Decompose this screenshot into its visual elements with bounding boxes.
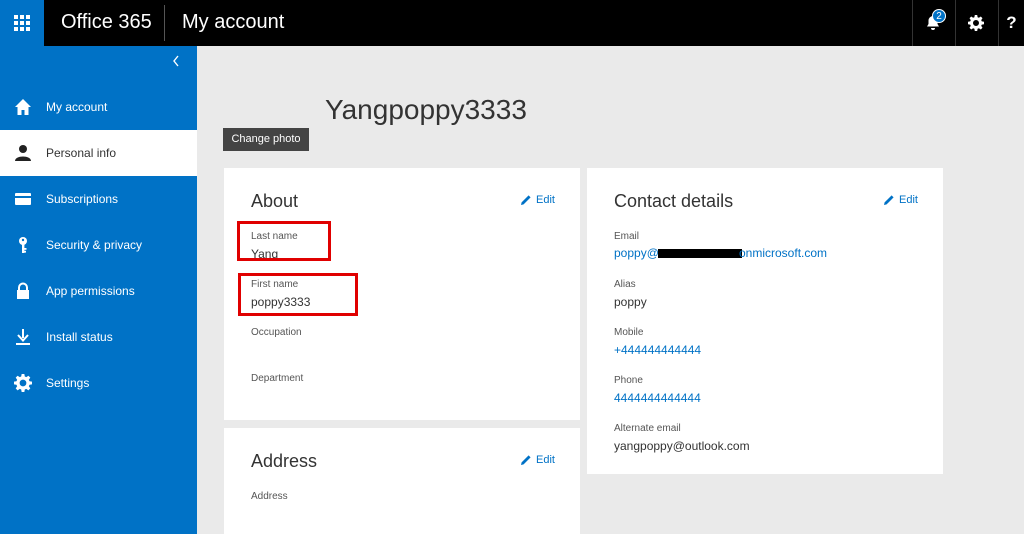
sidebar-item-label: My account xyxy=(46,100,108,114)
occupation-label: Occupation xyxy=(251,327,302,338)
app-title: My account xyxy=(182,11,285,33)
brand-name[interactable]: Office 365 xyxy=(61,11,152,34)
app-launcher-button[interactable] xyxy=(0,0,44,46)
sidebar-item-label: Personal info xyxy=(46,146,117,160)
sidebar-item-app-permissions[interactable]: App permissions xyxy=(0,268,197,314)
contact-edit-link[interactable]: Edit xyxy=(883,194,918,206)
notification-badge: 2 xyxy=(932,9,946,23)
about-edit-link[interactable]: Edit xyxy=(520,194,555,206)
card-icon xyxy=(0,190,46,208)
edit-label: Edit xyxy=(536,194,555,206)
last-name-highlight xyxy=(237,221,331,261)
gear-icon xyxy=(967,15,984,31)
sidebar-item-install-status[interactable]: Install status xyxy=(0,314,197,360)
phone-label: Phone xyxy=(614,375,643,386)
key-icon xyxy=(0,236,46,254)
profile-name: Yangpoppy3333 xyxy=(325,94,527,125)
gear-icon xyxy=(0,374,46,392)
department-label: Department xyxy=(251,373,304,384)
sidebar-item-subscriptions[interactable]: Subscriptions xyxy=(0,176,197,222)
sidebar-item-label: Settings xyxy=(46,376,90,390)
email-prefix[interactable]: poppy@ xyxy=(614,246,659,260)
lock-icon xyxy=(0,282,46,300)
person-icon xyxy=(0,144,46,162)
settings-button[interactable] xyxy=(955,0,995,46)
chevron-left-icon xyxy=(173,55,179,67)
email-label: Email xyxy=(614,231,640,242)
sidebar-item-label: Security & privacy xyxy=(46,238,143,252)
mobile-value[interactable]: +444444444444 xyxy=(614,343,701,357)
alias-label: Alias xyxy=(614,279,636,290)
sidebar-item-my-account[interactable]: My account xyxy=(0,84,197,130)
help-button[interactable]: ? xyxy=(998,0,1024,46)
first-name-highlight xyxy=(238,273,358,316)
address-card: Address Edit Address xyxy=(224,428,580,534)
mobile-label: Mobile xyxy=(614,327,644,338)
pencil-icon xyxy=(884,195,894,205)
contact-card: Contact details Edit Email poppy@ onmicr… xyxy=(587,168,943,474)
edit-label: Edit xyxy=(899,194,918,206)
sidebar-item-security-privacy[interactable]: Security & privacy xyxy=(0,222,197,268)
home-icon xyxy=(0,98,46,116)
about-title: About xyxy=(251,191,299,211)
email-redaction xyxy=(658,249,742,258)
download-icon xyxy=(0,328,46,346)
email-suffix[interactable]: onmicrosoft.com xyxy=(739,246,827,260)
collapse-sidebar-button[interactable] xyxy=(168,54,184,74)
address-title: Address xyxy=(251,451,318,471)
sidebar-item-label: Install status xyxy=(46,330,113,344)
alternate-email-value: yangpoppy@outlook.com xyxy=(614,439,750,453)
pencil-icon xyxy=(521,455,531,465)
alias-value: poppy xyxy=(614,295,647,309)
edit-label: Edit xyxy=(536,454,555,466)
waffle-icon xyxy=(14,15,30,31)
sidebar: My account Personal info Subscriptions S… xyxy=(0,46,197,534)
alternate-email-label: Alternate email xyxy=(614,423,681,434)
contact-title: Contact details xyxy=(614,191,734,211)
pencil-icon xyxy=(521,195,531,205)
address-edit-link[interactable]: Edit xyxy=(520,454,555,466)
sidebar-item-label: Subscriptions xyxy=(46,192,119,206)
notifications-button[interactable]: 2 xyxy=(912,0,952,46)
change-photo-button[interactable]: Change photo xyxy=(223,128,309,151)
phone-value[interactable]: 4444444444444 xyxy=(614,391,701,405)
address-label: Address xyxy=(251,491,288,502)
header-divider xyxy=(164,5,165,41)
sidebar-item-personal-info[interactable]: Personal info xyxy=(0,130,197,176)
sidebar-item-settings[interactable]: Settings xyxy=(0,360,197,406)
sidebar-item-label: App permissions xyxy=(46,284,135,298)
top-bar: Office 365 My account 2 ? xyxy=(0,0,1024,46)
